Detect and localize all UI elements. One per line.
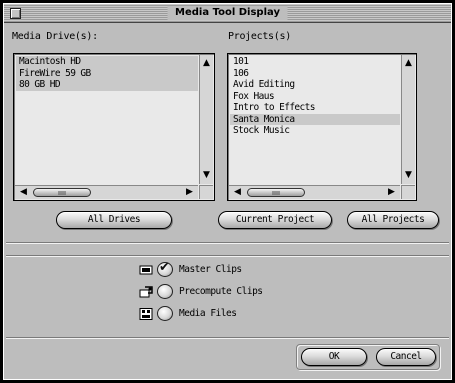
drives-horizontal-scrollbar[interactable]: ◀ ▶ [15, 185, 198, 199]
divider [6, 242, 449, 244]
dialog-body: Media Tool Display Media Drive(s): Macin… [3, 3, 452, 380]
scroll-left-arrow-icon[interactable]: ◀ [17, 186, 30, 199]
precompute-clips-label: Precompute Clips [179, 286, 263, 297]
scroll-corner [199, 185, 213, 199]
project-list-item[interactable]: 101 [230, 56, 400, 68]
scroll-down-arrow-icon[interactable]: ▼ [200, 169, 213, 182]
media-file-icon [139, 308, 153, 320]
scroll-up-arrow-icon[interactable]: ▲ [402, 57, 415, 70]
projects-list[interactable]: 101 106 Avid Editing Fox Haus Intro to Effec… [227, 53, 417, 201]
drive-list-item[interactable]: Macintosh HD [16, 56, 198, 68]
media-files-label: Media Files [179, 308, 237, 319]
scroll-up-arrow-icon[interactable]: ▲ [200, 57, 213, 70]
project-list-item[interactable]: Avid Editing [230, 79, 400, 91]
scroll-right-arrow-icon[interactable]: ▶ [385, 186, 398, 199]
project-list-item[interactable]: Fox Haus [230, 91, 400, 103]
projects-scroll-thumb[interactable] [247, 188, 305, 197]
scroll-left-arrow-icon[interactable]: ◀ [231, 186, 244, 199]
media-drives-label: Media Drive(s): [12, 31, 98, 42]
precompute-clips-checkbox[interactable] [157, 284, 173, 299]
drives-scroll-thumb[interactable] [33, 188, 91, 197]
projects-label: Projects(s) [228, 31, 291, 42]
project-list-item[interactable]: Santa Monica [230, 113, 400, 125]
master-clips-checkbox[interactable]: ✔ [157, 260, 173, 277]
scroll-corner [401, 185, 415, 199]
master-clip-icon [139, 265, 153, 275]
precompute-clips-option[interactable]: Precompute Clips [139, 284, 299, 300]
all-drives-button[interactable]: All Drives [56, 211, 172, 229]
title-bar[interactable]: Media Tool Display [4, 4, 451, 23]
drive-list-item[interactable]: 80 GB HD [16, 79, 198, 91]
media-drives-list[interactable]: Macintosh HD FireWire 59 GB 80 GB HD ▲ ▼ ◀… [13, 53, 215, 201]
cancel-button[interactable]: Cancel [376, 348, 436, 366]
master-clips-label: Master Clips [179, 264, 242, 275]
drive-list-item[interactable]: FireWire 59 GB [16, 67, 198, 79]
projects-horizontal-scrollbar[interactable]: ◀ ▶ [229, 185, 400, 199]
close-box-icon[interactable] [10, 8, 21, 19]
ok-button[interactable]: OK [301, 348, 367, 366]
media-files-checkbox[interactable] [157, 306, 173, 321]
media-files-option[interactable]: Media Files [139, 306, 279, 322]
projects-list-content: 101 106 Avid Editing Fox Haus Intro to Effec… [230, 56, 400, 184]
divider [6, 337, 449, 339]
project-list-item[interactable]: 106 [230, 68, 400, 80]
divider [6, 255, 449, 257]
scroll-down-arrow-icon[interactable]: ▼ [402, 169, 415, 182]
media-tool-dialog: Media Tool Display Media Drive(s): Macin… [0, 0, 455, 383]
drives-vertical-scrollbar[interactable]: ▲ ▼ [199, 55, 213, 184]
checkmark-icon: ✔ [159, 260, 170, 275]
window-title: Media Tool Display [167, 6, 288, 20]
project-list-item[interactable]: Intro to Effects [230, 102, 400, 114]
current-project-button[interactable]: Current Project [218, 211, 332, 229]
projects-vertical-scrollbar[interactable]: ▲ ▼ [401, 55, 415, 184]
project-list-item[interactable]: Stock Music [230, 125, 400, 137]
precompute-clip-icon [139, 286, 153, 298]
all-projects-button[interactable]: All Projects [347, 211, 439, 229]
master-clips-option[interactable]: ✔ Master Clips [139, 260, 279, 278]
media-drives-list-content: Macintosh HD FireWire 59 GB 80 GB HD [16, 56, 198, 184]
scroll-right-arrow-icon[interactable]: ▶ [183, 186, 196, 199]
